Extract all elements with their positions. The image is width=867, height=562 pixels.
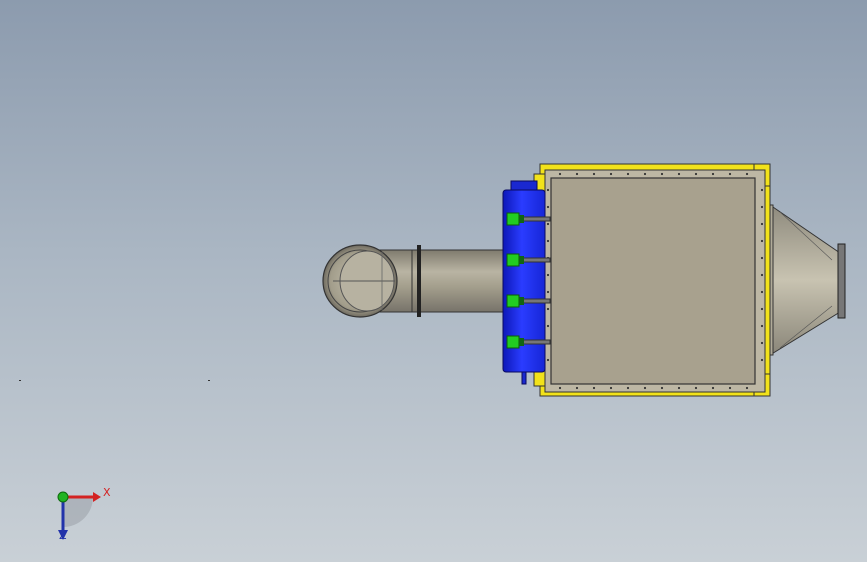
bolt [546,358,550,362]
bolt [760,188,764,192]
cad-viewport[interactable]: X Z [0,0,867,562]
bolt [760,358,764,362]
bolt [592,172,596,176]
x-axis-label: X [103,486,111,499]
bolt [760,290,764,294]
bolt [694,386,698,390]
bolt [760,341,764,345]
bolt [546,205,550,209]
filter-housing[interactable] [544,169,766,393]
y-axis-marker [57,491,69,503]
bolt [643,386,647,390]
bolt [728,386,732,390]
inlet-duct[interactable] [322,244,506,318]
bolt [660,172,664,176]
dust-collector-model[interactable] [0,0,867,562]
bolt [760,222,764,226]
bolt [760,307,764,311]
bolt [626,386,630,390]
bolt [760,256,764,260]
bolt [760,324,764,328]
bolt [643,172,647,176]
bolt [558,172,562,176]
bolt [745,386,749,390]
bolt [592,386,596,390]
outlet-cone[interactable] [764,204,846,356]
bolt [677,386,681,390]
bolt [711,386,715,390]
z-axis-label: Z [59,529,67,542]
bolt [694,172,698,176]
bolt [546,290,550,294]
bolt [575,386,579,390]
bolt [546,307,550,311]
bolt [546,188,550,192]
triad-plane [63,497,93,527]
air-manifold[interactable] [502,180,551,385]
bolt [677,172,681,176]
bolt [760,239,764,243]
bolt [711,172,715,176]
bolt [760,205,764,209]
bolt [728,172,732,176]
bolt [558,386,562,390]
bolt [745,172,749,176]
bolt [609,386,613,390]
bolt [626,172,630,176]
bolt [546,324,550,328]
bolt [609,172,613,176]
bolt [760,273,764,277]
bolt [546,239,550,243]
bolt [546,222,550,226]
bolt [546,273,550,277]
bolt [575,172,579,176]
bolt [660,386,664,390]
